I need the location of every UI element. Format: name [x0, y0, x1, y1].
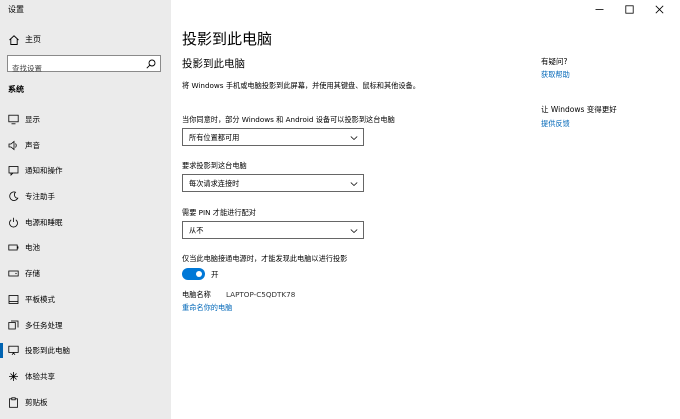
sidebar-item-label: 声音 — [25, 140, 40, 150]
sidebar-item-power[interactable]: 电源和睡眠 — [0, 210, 171, 236]
home-label: 主页 — [25, 35, 41, 44]
pc-name-label: 电脑名称 — [182, 290, 211, 299]
minimize-button[interactable] — [586, 0, 614, 18]
tablet-icon — [8, 294, 19, 304]
chevron-down-icon — [350, 182, 358, 187]
rename-pc-link[interactable]: 重命名你的电脑 — [182, 303, 232, 313]
availability-dropdown[interactable]: 所有位置都可用 — [182, 128, 364, 146]
multitasking-icon — [8, 320, 19, 329]
toggle-state-label: 开 — [211, 270, 219, 279]
require-pin-value: 从不 — [189, 226, 204, 235]
minimize-icon — [595, 9, 604, 10]
sidebar: 设置 主页 系统 显示 声音 通知和操作 专注助手 — [0, 0, 171, 419]
sidebar-item-focus-assist[interactable]: 专注助手 — [0, 184, 171, 210]
sidebar-item-battery[interactable]: 电池 — [0, 235, 171, 261]
sidebar-item-label: 通知和操作 — [25, 166, 63, 176]
power-only-toggle[interactable] — [182, 268, 205, 280]
toggle-knob — [196, 271, 202, 277]
sidebar-item-label: 投影到此电脑 — [25, 346, 70, 356]
require-pin-label: 需要 PIN 才能进行配对 — [182, 208, 256, 217]
notification-icon — [8, 166, 19, 177]
chevron-down-icon — [350, 229, 358, 234]
display-icon — [8, 114, 19, 125]
sound-icon — [8, 140, 17, 151]
availability-label: 当你同意时，部分 Windows 和 Android 设备可以投影到这台电脑 — [182, 115, 395, 124]
home-icon — [9, 35, 19, 45]
sidebar-item-label: 平板模式 — [25, 294, 55, 304]
sidebar-item-label: 专注助手 — [25, 192, 55, 202]
sidebar-item-label: 存储 — [25, 269, 40, 279]
close-icon — [655, 5, 664, 14]
ask-to-project-dropdown[interactable]: 每次请求连接时 — [182, 174, 364, 192]
chevron-down-icon — [350, 136, 358, 141]
focus-assist-icon — [9, 191, 19, 201]
sidebar-item-label: 电源和睡眠 — [25, 217, 63, 227]
section-title: 投影到此电脑 — [182, 58, 245, 70]
content-pane: 投影到此电脑 投影到此电脑 将 Windows 手机或电脑投影到此屏幕，并使用其… — [171, 0, 680, 419]
projecting-icon — [8, 345, 19, 356]
sidebar-nav: 显示 声音 通知和操作 专注助手 电源和睡眠 电池 存储 平板模式 多任务处理 … — [0, 107, 171, 415]
sidebar-item-display[interactable]: 显示 — [0, 107, 171, 133]
battery-icon — [8, 245, 19, 251]
page-title: 投影到此电脑 — [182, 30, 273, 48]
ask-to-project-value: 每次请求连接时 — [189, 179, 240, 188]
search-icon[interactable] — [146, 59, 156, 69]
sidebar-item-projecting[interactable]: 投影到此电脑 — [0, 338, 171, 364]
pc-name-value: LAPTOP-C5QDTK78 — [226, 290, 296, 299]
power-only-label: 仅当此电脑接通电源时，才能发现此电脑以进行投影 — [182, 254, 348, 263]
sidebar-item-clipboard[interactable]: 剪贴板 — [0, 390, 171, 416]
sidebar-item-label: 多任务处理 — [25, 320, 63, 330]
search-box[interactable] — [7, 55, 161, 76]
maximize-button[interactable] — [616, 0, 644, 18]
sidebar-item-multitasking[interactable]: 多任务处理 — [0, 313, 171, 339]
sidebar-item-notifications[interactable]: 通知和操作 — [0, 158, 171, 184]
feedback-heading: 让 Windows 变得更好 — [541, 105, 617, 114]
availability-value: 所有位置都可用 — [189, 133, 240, 142]
require-pin-dropdown[interactable]: 从不 — [182, 221, 364, 239]
description-text: 将 Windows 手机或电脑投影到此屏幕，并使用其键盘、鼠标和其他设备。 — [182, 81, 420, 90]
get-help-link[interactable]: 获取帮助 — [541, 70, 570, 80]
sidebar-home[interactable]: 主页 — [0, 30, 171, 50]
shared-experiences-icon — [9, 371, 18, 381]
give-feedback-link[interactable]: 提供反馈 — [541, 119, 570, 129]
search-input[interactable] — [8, 61, 138, 76]
close-button[interactable] — [646, 0, 674, 18]
sidebar-item-label: 剪贴板 — [25, 397, 48, 407]
ask-to-project-label: 要求投影到这台电脑 — [182, 161, 247, 170]
clipboard-icon — [9, 396, 18, 408]
power-icon — [9, 217, 18, 228]
sidebar-item-storage[interactable]: 存储 — [0, 261, 171, 287]
sidebar-item-label: 电池 — [25, 243, 40, 253]
selection-indicator — [0, 343, 3, 359]
help-heading: 有疑问? — [541, 57, 568, 66]
maximize-icon — [625, 5, 634, 14]
window-title: 设置 — [8, 5, 24, 14]
section-heading: 系统 — [8, 85, 24, 94]
sidebar-item-label: 体验共享 — [25, 371, 55, 381]
sidebar-item-label: 显示 — [25, 115, 40, 124]
sidebar-item-tablet-mode[interactable]: 平板模式 — [0, 287, 171, 313]
sidebar-item-sound[interactable]: 声音 — [0, 133, 171, 159]
storage-icon — [8, 270, 19, 277]
sidebar-item-shared-experiences[interactable]: 体验共享 — [0, 364, 171, 390]
